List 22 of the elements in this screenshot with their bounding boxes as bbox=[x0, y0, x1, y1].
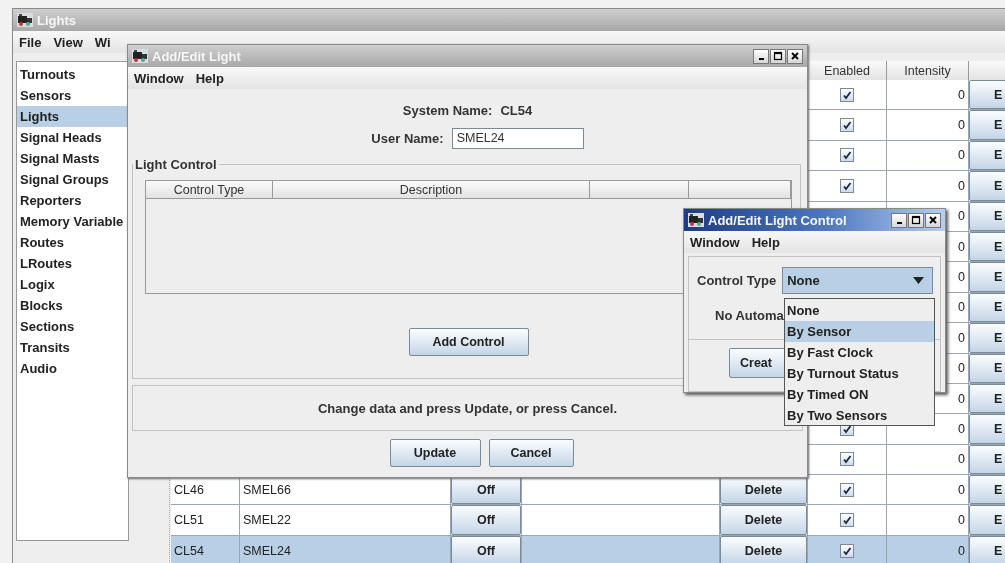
table-cell: SMEL22 bbox=[240, 505, 451, 536]
field-label: User Name: bbox=[371, 130, 444, 146]
window-title: Lights bbox=[37, 12, 76, 28]
table-cell: 0 bbox=[887, 475, 969, 506]
window-title: Add/Edit Light bbox=[152, 48, 241, 64]
table-cell: CL54 bbox=[171, 535, 240, 563]
table-cell: 0 bbox=[887, 80, 969, 111]
system-name-value: CL54 bbox=[500, 102, 533, 118]
window-title: Add/Edit Light Control bbox=[708, 212, 847, 228]
table-cell: SMEL24 bbox=[240, 535, 451, 563]
status-message: Change data and press Update, or press Cancel. bbox=[317, 400, 618, 416]
status-label: No Automa bbox=[715, 308, 784, 323]
table-cell: 0 bbox=[887, 505, 969, 536]
field-label: System Name: bbox=[402, 102, 493, 118]
table-cell: 0 bbox=[887, 444, 969, 476]
table-cell: 0 bbox=[887, 171, 969, 202]
table-cell: 0 bbox=[887, 535, 969, 563]
field-label: Control Type bbox=[697, 273, 777, 288]
table-cell: 0 bbox=[887, 140, 969, 172]
table-cell: 0 bbox=[887, 110, 969, 141]
group-title: Light Control bbox=[134, 157, 218, 172]
table-cell: CL51 bbox=[171, 505, 240, 536]
